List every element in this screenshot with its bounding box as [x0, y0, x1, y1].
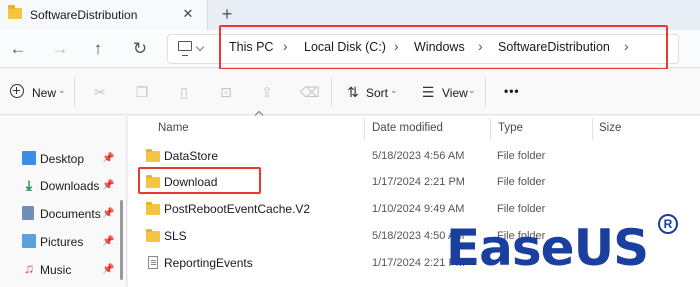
file-date: 1/17/2024 2:21 PM	[372, 176, 465, 188]
new-tab-button[interactable]: +	[218, 5, 236, 23]
scrollbar[interactable]	[120, 200, 123, 280]
file-name: SLS	[164, 229, 187, 243]
divider	[485, 78, 486, 106]
divider	[74, 78, 75, 106]
pin-icon[interactable]: 📌	[102, 153, 114, 164]
pin-icon[interactable]: 📌	[102, 180, 114, 191]
cut-icon[interactable]: ✂	[92, 84, 108, 100]
refresh-button[interactable]: ↻	[129, 38, 151, 60]
column-divider[interactable]	[490, 118, 491, 140]
delete-icon[interactable]: ⌫	[300, 84, 320, 100]
copy-icon[interactable]: ❐	[134, 84, 150, 100]
column-divider[interactable]	[364, 118, 365, 140]
music-icon: ♫	[23, 260, 35, 276]
file-name: PostRebootEventCache.V2	[164, 202, 311, 216]
new-button[interactable]: New	[32, 86, 56, 100]
pin-icon[interactable]: 📌	[102, 208, 114, 219]
downloads-icon: ⤓	[25, 177, 33, 193]
chevron-down-icon[interactable]: ⌄	[390, 85, 398, 96]
back-button[interactable]: ←	[7, 38, 29, 60]
sidebar-item-label: Music	[40, 263, 72, 277]
chevron-down-icon[interactable]: ⌄	[468, 85, 476, 96]
file-type: File folder	[497, 176, 546, 188]
view-icon[interactable]: ☰	[420, 84, 436, 100]
sidebar-item-label: Documents	[40, 207, 101, 221]
file-name: ReportingEvents	[164, 256, 253, 270]
file-icon	[148, 256, 158, 269]
sidebar-item-label: Pictures	[40, 235, 84, 249]
file-name: DataStore	[164, 149, 219, 163]
easeus-logo: EaseUS	[446, 219, 649, 277]
computer-icon[interactable]	[178, 41, 192, 56]
pictures-icon	[22, 234, 36, 248]
divider	[331, 78, 332, 106]
paste-icon[interactable]: ▯	[176, 84, 192, 100]
up-button[interactable]: ↑	[87, 38, 109, 60]
column-header-size[interactable]: Size	[599, 122, 621, 134]
sort-button[interactable]: Sort	[366, 86, 388, 100]
pin-icon[interactable]: 📌	[102, 264, 114, 275]
desktop-icon	[22, 151, 36, 165]
sort-icon[interactable]: ⇅	[345, 84, 361, 100]
folder-icon	[8, 5, 22, 19]
sidebar-item-label: Desktop	[40, 152, 85, 166]
close-icon[interactable]: ✕	[180, 6, 196, 22]
rename-icon[interactable]: ⊡	[218, 84, 234, 100]
view-button[interactable]: View	[442, 86, 468, 100]
chevron-down-icon[interactable]: ⌄	[58, 85, 66, 96]
registered-mark-icon: R	[658, 214, 678, 234]
column-header-name[interactable]: Name	[158, 122, 189, 134]
file-date: 1/10/2024 9:49 AM	[372, 203, 465, 215]
file-type: File folder	[497, 150, 546, 162]
tab-title: SoftwareDistribution	[30, 8, 138, 22]
sidebar-item-label: Downloads	[40, 179, 100, 193]
more-options-button[interactable]: •••	[504, 84, 520, 98]
folder-icon	[146, 202, 160, 215]
column-header-date[interactable]: Date modified	[372, 122, 443, 134]
column-header-type[interactable]: Type	[498, 122, 523, 134]
new-icon[interactable]	[10, 84, 24, 98]
folder-icon	[146, 229, 160, 242]
share-icon[interactable]: ⇪	[259, 84, 275, 100]
forward-button[interactable]: →	[49, 38, 71, 60]
pin-icon[interactable]: 📌	[102, 236, 114, 247]
address-highlight-box	[219, 25, 668, 70]
documents-icon	[22, 206, 34, 220]
file-date: 5/18/2023 4:56 AM	[372, 150, 465, 162]
download-highlight-box	[138, 167, 261, 194]
folder-icon	[146, 149, 160, 162]
file-type: File folder	[497, 203, 546, 215]
column-divider[interactable]	[592, 118, 593, 140]
